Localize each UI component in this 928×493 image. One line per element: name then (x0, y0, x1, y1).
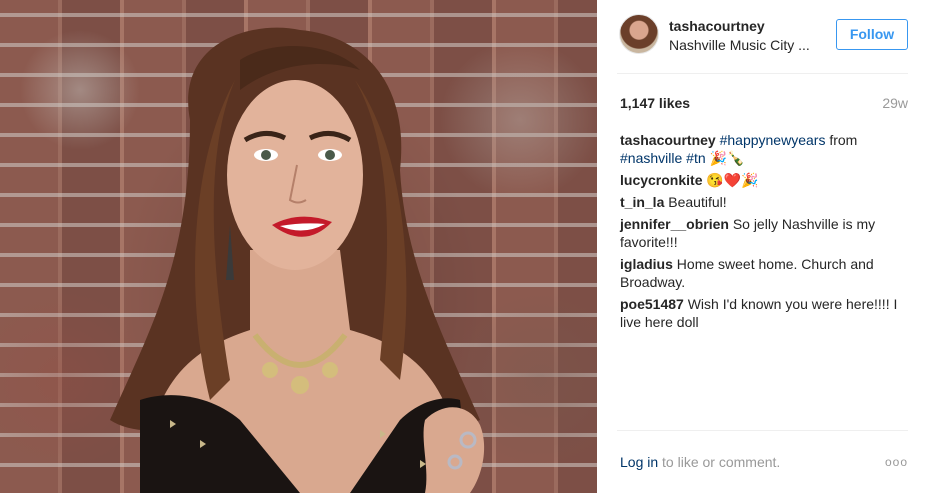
comment-text: from (825, 132, 858, 148)
hashtag-link[interactable]: #happynewyears (720, 132, 826, 148)
post-age[interactable]: 29w (882, 95, 908, 111)
post-sidebar: tashacourtney Nashville Music City ... F… (597, 0, 928, 493)
comment-item: poe51487 Wish I'd known you were here!!!… (620, 295, 900, 331)
comment-username[interactable]: t_in_la (620, 194, 664, 210)
login-prompt: Log in to like or comment. (620, 454, 780, 470)
avatar[interactable] (619, 14, 659, 54)
comment-text: 🎉🍾 (705, 150, 745, 166)
comment-username[interactable]: lucycronkite (620, 172, 702, 188)
comment-username[interactable]: poe51487 (620, 296, 684, 312)
portrait-illustration (110, 27, 485, 493)
login-link[interactable]: Log in (620, 454, 658, 470)
comment-username[interactable]: igladius (620, 256, 673, 272)
comment-item: jennifer__obrien So jelly Nashville is m… (620, 215, 900, 251)
follow-button[interactable]: Follow (836, 19, 908, 50)
comment-username[interactable]: tashacourtney (620, 132, 716, 148)
post-header: tashacourtney Nashville Music City ... F… (617, 12, 908, 74)
comment-item: tashacourtney #happynewyears from #nashv… (620, 131, 900, 167)
post-location[interactable]: Nashville Music City ... (669, 37, 810, 53)
hashtag-link[interactable]: #tn (686, 150, 705, 166)
comment-item: lucycronkite 😘❤️🎉 (620, 171, 900, 189)
more-options-icon[interactable]: ooo (885, 455, 908, 469)
post-photo[interactable] (0, 0, 597, 493)
comment-username[interactable]: jennifer__obrien (620, 216, 729, 232)
comments-list: tashacourtney #happynewyears from #nashv… (620, 131, 900, 335)
likes-count[interactable]: 1,147 likes (620, 95, 690, 111)
comment-item: t_in_la Beautiful! (620, 193, 900, 211)
author-username[interactable]: tashacourtney (669, 18, 765, 34)
comment-text: 😘❤️🎉 (706, 172, 759, 188)
comment-item: igladius Home sweet home. Church and Bro… (620, 255, 900, 291)
login-prompt-text: to like or comment. (658, 454, 781, 470)
comment-text: Beautiful! (668, 194, 727, 210)
hashtag-link[interactable]: #nashville (620, 150, 682, 166)
post-footer: Log in to like or comment. ooo (617, 430, 908, 493)
